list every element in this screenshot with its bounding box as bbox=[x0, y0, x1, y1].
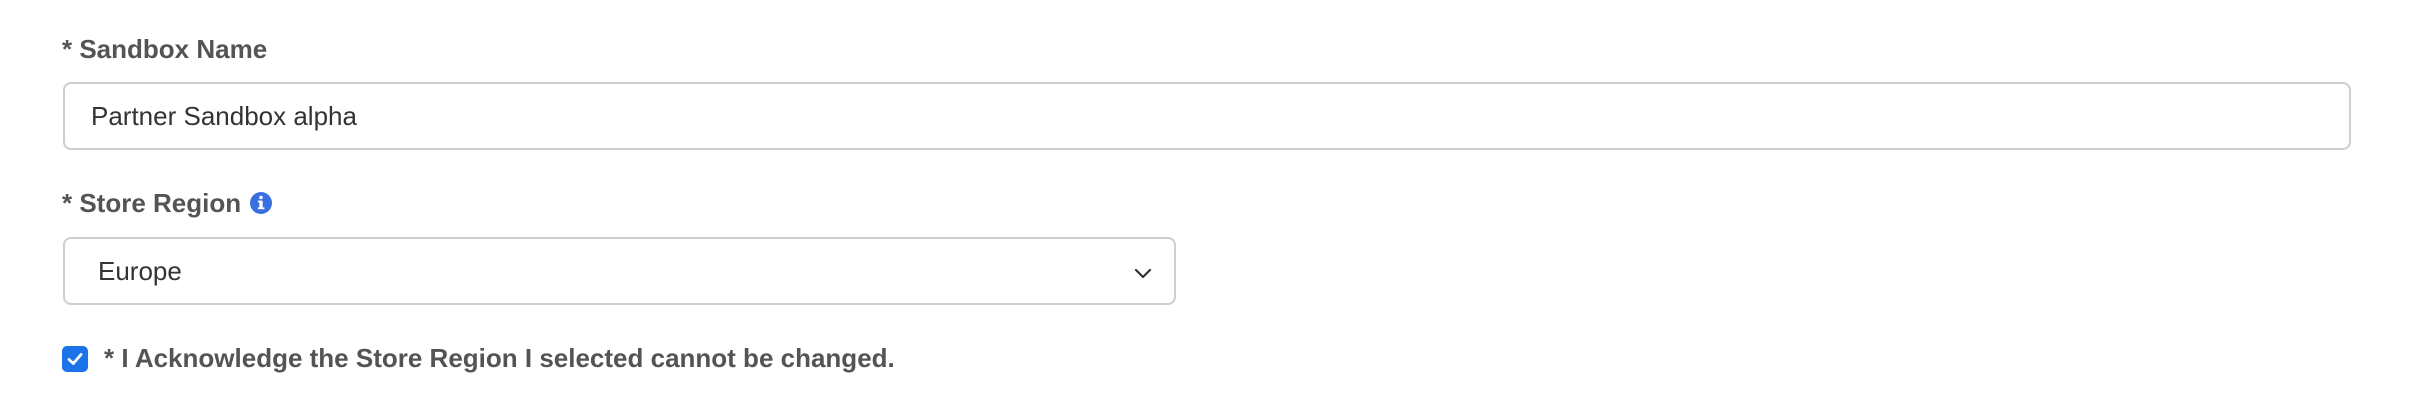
acknowledge-checkbox[interactable] bbox=[62, 345, 88, 372]
chevron-down-icon bbox=[1132, 260, 1154, 282]
store-region-selected-value: Europe bbox=[98, 255, 182, 286]
store-region-select[interactable]: Europe bbox=[63, 237, 1176, 305]
store-region-label-text: * Store Region bbox=[62, 188, 242, 218]
sandbox-name-value: Partner Sandbox alpha bbox=[91, 100, 357, 131]
sandbox-name-input[interactable]: Partner Sandbox alpha bbox=[63, 82, 2351, 150]
checkmark-icon bbox=[67, 352, 83, 365]
acknowledge-label[interactable]: * I Acknowledge the Store Region I selec… bbox=[104, 343, 895, 374]
acknowledge-row: * I Acknowledge the Store Region I selec… bbox=[62, 343, 895, 374]
sandbox-name-label: * Sandbox Name bbox=[62, 36, 267, 62]
store-region-label: * Store Region bbox=[62, 190, 273, 216]
info-icon[interactable] bbox=[249, 191, 273, 215]
sandbox-name-label-text: * Sandbox Name bbox=[62, 34, 268, 64]
